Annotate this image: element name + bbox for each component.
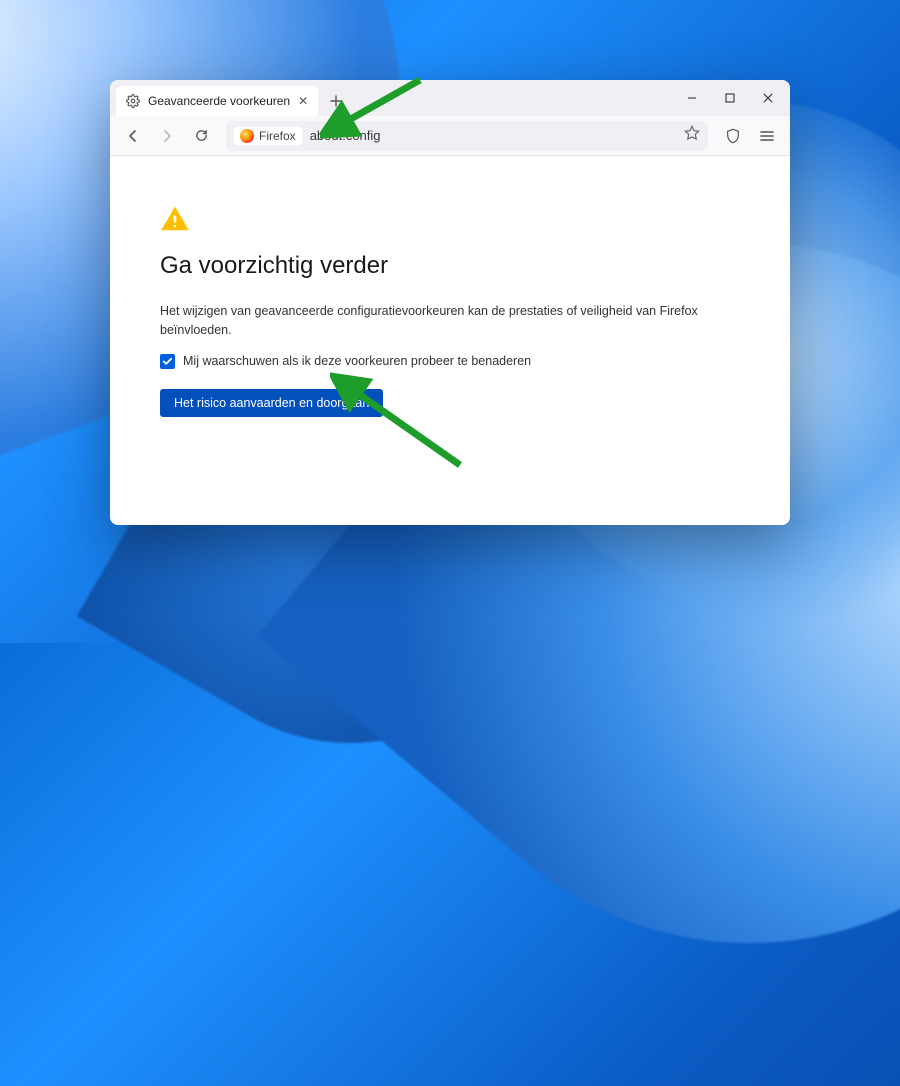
warning-title: Ga voorzichtig verder (160, 252, 740, 280)
window-controls (674, 80, 786, 116)
shield-icon[interactable] (718, 121, 748, 151)
minimize-button[interactable] (674, 84, 710, 112)
accept-risk-button[interactable]: Het risico aanvaarden en doorgaan (160, 389, 383, 417)
warning-description: Het wijzigen van geavanceerde configurat… (160, 302, 740, 340)
new-tab-button[interactable] (322, 87, 350, 115)
forward-button[interactable] (152, 121, 182, 151)
identity-label: Firefox (259, 129, 296, 143)
warning-icon (160, 204, 190, 234)
checkbox-icon[interactable] (160, 354, 175, 369)
url-bar[interactable]: Firefox (226, 121, 708, 151)
close-window-button[interactable] (750, 84, 786, 112)
url-input[interactable] (310, 128, 676, 143)
app-menu-button[interactable] (752, 121, 782, 151)
warn-checkbox-row[interactable]: Mij waarschuwen als ik deze voorkeuren p… (160, 354, 740, 369)
page-content: Ga voorzichtig verder Het wijzigen van g… (110, 156, 790, 525)
tab-close-icon[interactable]: ✕ (298, 95, 308, 107)
bookmark-star-icon[interactable] (684, 125, 700, 146)
browser-tab[interactable]: Geavanceerde voorkeuren ✕ (116, 86, 318, 116)
browser-window: Geavanceerde voorkeuren ✕ (110, 80, 790, 525)
settings-icon (126, 94, 140, 108)
checkbox-label: Mij waarschuwen als ik deze voorkeuren p… (183, 354, 531, 368)
identity-box[interactable]: Firefox (234, 127, 302, 145)
firefox-icon (240, 129, 254, 143)
maximize-button[interactable] (712, 84, 748, 112)
reload-button[interactable] (186, 121, 216, 151)
navigation-toolbar: Firefox (110, 116, 790, 156)
tab-title: Geavanceerde voorkeuren (148, 94, 290, 108)
tab-strip: Geavanceerde voorkeuren ✕ (110, 80, 790, 116)
back-button[interactable] (118, 121, 148, 151)
